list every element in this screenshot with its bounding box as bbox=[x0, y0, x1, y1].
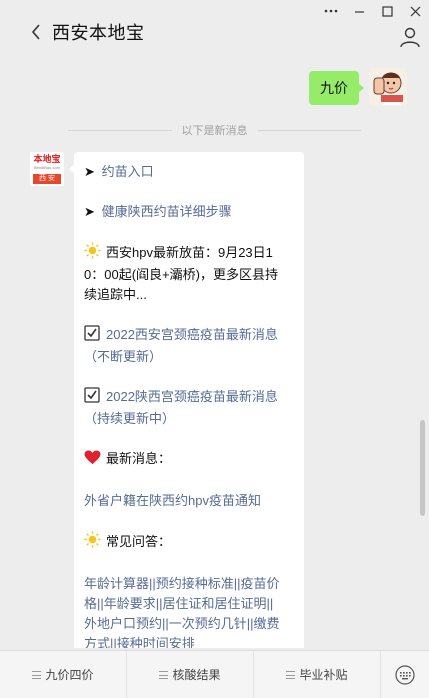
menu-item-graduation[interactable]: 毕业补贴 bbox=[254, 651, 381, 698]
message-line-faq: 常见问答： bbox=[84, 531, 294, 554]
divider-line bbox=[68, 129, 172, 131]
bot-avatar[interactable]: 本地宝 BendiBao.com 西 安 bbox=[30, 152, 64, 186]
heart-icon bbox=[84, 450, 102, 471]
booking-entry-link[interactable]: 约苗入口 bbox=[102, 164, 154, 179]
faq-link-line[interactable]: 年龄计算器||预约接种标准||疫苗价 bbox=[84, 574, 294, 594]
message-line-other-province: 外省户籍在陕西约hpv疫苗通知 bbox=[84, 491, 294, 511]
new-messages-divider: 以下是新消息 bbox=[68, 122, 361, 138]
faq-link-line[interactable]: 格||年龄要求||居住证和居住证明|| bbox=[84, 594, 294, 614]
avatar-logo-domain: BendiBao.com bbox=[33, 165, 60, 170]
divider-line bbox=[257, 129, 361, 131]
sun-icon bbox=[84, 531, 102, 554]
chat-title: 西安本地宝 bbox=[52, 23, 145, 43]
chat-header: 西安本地宝 bbox=[0, 14, 429, 50]
my-avatar[interactable] bbox=[369, 68, 407, 106]
arrow-icon: ➤ bbox=[84, 164, 95, 179]
sun-icon bbox=[84, 242, 102, 265]
message-line-shaanxi-news: 2022陕西宫颈癌疫苗最新消息 （持续更新中） bbox=[84, 387, 294, 429]
faq-link-line[interactable]: 外地户口预约||一次预约几针||缴费 bbox=[84, 614, 294, 634]
menu-list-icon bbox=[286, 670, 296, 679]
release-text-2: 0：00起(阎良+灞桥)，更多区县持 bbox=[84, 267, 278, 282]
message-line-xian-news: 2022西安宫颈癌疫苗最新消息 （不断更新） bbox=[84, 325, 294, 367]
message-line-latest: 最新消息： bbox=[84, 449, 294, 471]
shaanxi-hpv-news-link[interactable]: 2022陕西宫颈癌疫苗最新消息 bbox=[106, 389, 278, 404]
xian-hpv-news-link[interactable]: 2022西安宫颈癌疫苗最新消息 bbox=[106, 327, 278, 342]
release-text-1: 西安hpv最新放苗：9月23日1 bbox=[106, 245, 273, 260]
xian-hpv-news-link-sub[interactable]: （不断更新） bbox=[84, 347, 294, 367]
back-chevron-icon[interactable] bbox=[26, 18, 46, 46]
chat-area[interactable]: 九价 以下是新消息 本地宝 BendiBao.com 西 安 ➤ 约苗入口 ➤ … bbox=[0, 60, 429, 648]
menu-item-label: 核酸结果 bbox=[172, 668, 221, 682]
checkbox-icon bbox=[84, 387, 102, 409]
faq-label: 常见问答： bbox=[106, 534, 172, 549]
chat-scrollbar[interactable] bbox=[420, 420, 425, 516]
message-line-release: 西安hpv最新放苗：9月23日1 0：00起(阎良+灞桥)，更多区县持 续追踪中… bbox=[84, 242, 294, 305]
menu-item-hpv[interactable]: 九价四价 bbox=[0, 651, 127, 698]
booking-steps-link[interactable]: 健康陕西约苗详细步骤 bbox=[102, 204, 232, 219]
keyboard-icon bbox=[395, 664, 415, 685]
my-message-bubble[interactable]: 九价 bbox=[309, 71, 364, 105]
message-line-steps: ➤ 健康陕西约苗详细步骤 bbox=[84, 202, 294, 222]
checkbox-icon bbox=[84, 325, 102, 347]
message-line-booking: ➤ 约苗入口 bbox=[84, 162, 294, 182]
other-province-link[interactable]: 外省户籍在陕西约hpv疫苗通知 bbox=[84, 493, 261, 508]
menu-list-icon bbox=[32, 670, 42, 679]
menu-item-label: 九价四价 bbox=[45, 668, 94, 682]
divider-text: 以下是新消息 bbox=[181, 125, 248, 137]
shaanxi-hpv-news-link-sub[interactable]: （持续更新中） bbox=[84, 409, 294, 429]
arrow-icon: ➤ bbox=[84, 204, 95, 219]
user-profile-icon[interactable] bbox=[399, 26, 421, 48]
menu-item-label: 毕业补贴 bbox=[299, 668, 348, 682]
avatar-logo-text: 本地宝 bbox=[33, 154, 61, 164]
menu-list-icon bbox=[159, 670, 169, 679]
faq-link-line[interactable]: 方式||接种时间安排 bbox=[84, 634, 294, 648]
release-text-3: 续追踪中... bbox=[84, 287, 147, 302]
faq-links: 年龄计算器||预约接种标准||疫苗价 格||年龄要求||居住证和居住证明|| 外… bbox=[84, 574, 294, 648]
bottom-menu: 九价四价 核酸结果 毕业补贴 bbox=[0, 650, 429, 698]
keyboard-toggle-button[interactable] bbox=[381, 651, 429, 698]
latest-news-label: 最新消息： bbox=[106, 451, 172, 466]
avatar-logo-city: 西 安 bbox=[33, 174, 61, 184]
menu-item-nucleic[interactable]: 核酸结果 bbox=[127, 651, 254, 698]
bot-message-bubble: ➤ 约苗入口 ➤ 健康陕西约苗详细步骤 西安hpv最新放苗：9月23日1 0：0… bbox=[69, 152, 304, 648]
